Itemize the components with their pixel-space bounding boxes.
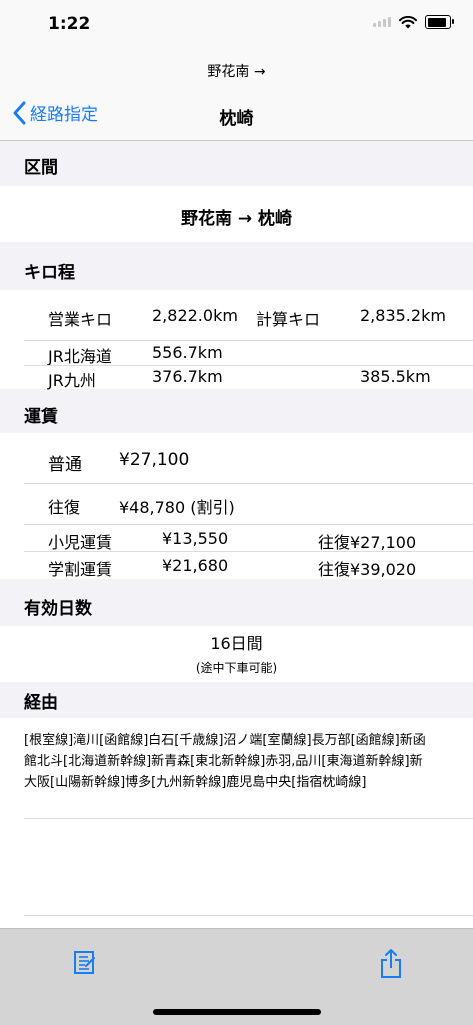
nav-prompt: 野花南 → (207, 64, 266, 80)
row-divider (24, 915, 473, 916)
sales-km-label: 営業キロ (48, 310, 113, 329)
jr-hokkaido-label: JR北海道 (48, 347, 112, 366)
calc-km-value: 2,835.2km (360, 306, 446, 325)
via-header: 経由 (24, 693, 58, 713)
via-cell: [根室線]滝川[函館線]白石[千歳線]沼ノ端[室蘭線]長万部[函館線]新函 館北… (0, 718, 473, 928)
row-divider (24, 483, 473, 484)
distance-header: キロ程 (24, 263, 75, 283)
jr-hokkaido-value: 556.7km (152, 343, 223, 362)
validity-note: (途中下車可能) (195, 661, 278, 675)
row-divider (24, 365, 473, 366)
student-round-fare: 往復¥39,020 (318, 560, 417, 579)
round-trip-value: ¥48,780 (割引) (119, 498, 235, 517)
interval-header: 区間 (24, 158, 58, 178)
validity-days: 16日間 (210, 634, 263, 653)
via-line: 館北斗[北海道新幹線]新青森[東北新幹線]赤羽,品川[東海道新幹線]新 (24, 754, 423, 769)
calc-km-label: 計算キロ (256, 310, 321, 329)
child-round-fare: 往復¥27,100 (318, 533, 417, 552)
fare-table: 普通 ¥27,100 往復 ¥48,780 (割引) 小児運賃 ¥13,550 … (0, 433, 473, 579)
student-fare-label: 学割運賃 (48, 560, 113, 579)
via-line: [根室線]滝川[函館線]白石[千歳線]沼ノ端[室蘭線]長万部[函館線]新函 (24, 733, 426, 748)
row-divider (24, 340, 473, 341)
fare-header: 運賃 (24, 407, 58, 427)
validity-cell: 16日間 (途中下車可能) (0, 626, 473, 682)
row-divider (24, 551, 473, 552)
child-fare-value: ¥13,550 (162, 529, 229, 548)
compose-icon (74, 951, 95, 974)
jr-kyushu-calc-value: 385.5km (360, 367, 431, 386)
share-icon (381, 949, 401, 978)
row-divider (24, 818, 473, 819)
home-indicator (153, 1009, 321, 1015)
compose-button[interactable] (69, 947, 99, 977)
route-text: 野花南 → 枕崎 (180, 209, 293, 229)
status-icons (373, 15, 454, 29)
wifi-icon (399, 15, 417, 28)
row-divider (24, 524, 473, 525)
distance-table: 営業キロ 2,822.0km 計算キロ 2,835.2km JR北海道 556.… (0, 290, 473, 390)
share-button[interactable] (376, 947, 406, 978)
status-time: 1:22 (48, 14, 91, 34)
child-fare-label: 小児運賃 (48, 533, 113, 552)
interval-cell: 野花南 → 枕崎 (0, 186, 473, 242)
validity-header: 有効日数 (24, 599, 92, 619)
via-line: 大阪[山陽新幹線]博多[九州新幹線]鹿児島中央[指宿枕崎線] (24, 775, 367, 790)
navigation-bar: 野花南 → 経路指定 枕崎 (0, 50, 473, 141)
via-route-text: [根室線]滝川[函館線]白石[千歳線]沼ノ端[室蘭線]長万部[函館線]新函 館北… (24, 730, 426, 793)
normal-fare-label: 普通 (48, 455, 82, 475)
signal-icon (373, 17, 391, 27)
page-title: 枕崎 (219, 109, 254, 129)
jr-kyushu-value: 376.7km (152, 367, 223, 386)
student-fare-value: ¥21,680 (162, 556, 229, 575)
normal-fare-value: ¥27,100 (119, 450, 190, 470)
battery-icon (425, 15, 454, 29)
round-trip-label: 往復 (48, 498, 81, 517)
status-bar: 1:22 (0, 0, 473, 50)
sales-km-value: 2,822.0km (152, 306, 238, 325)
jr-kyushu-label: JR九州 (48, 371, 96, 390)
